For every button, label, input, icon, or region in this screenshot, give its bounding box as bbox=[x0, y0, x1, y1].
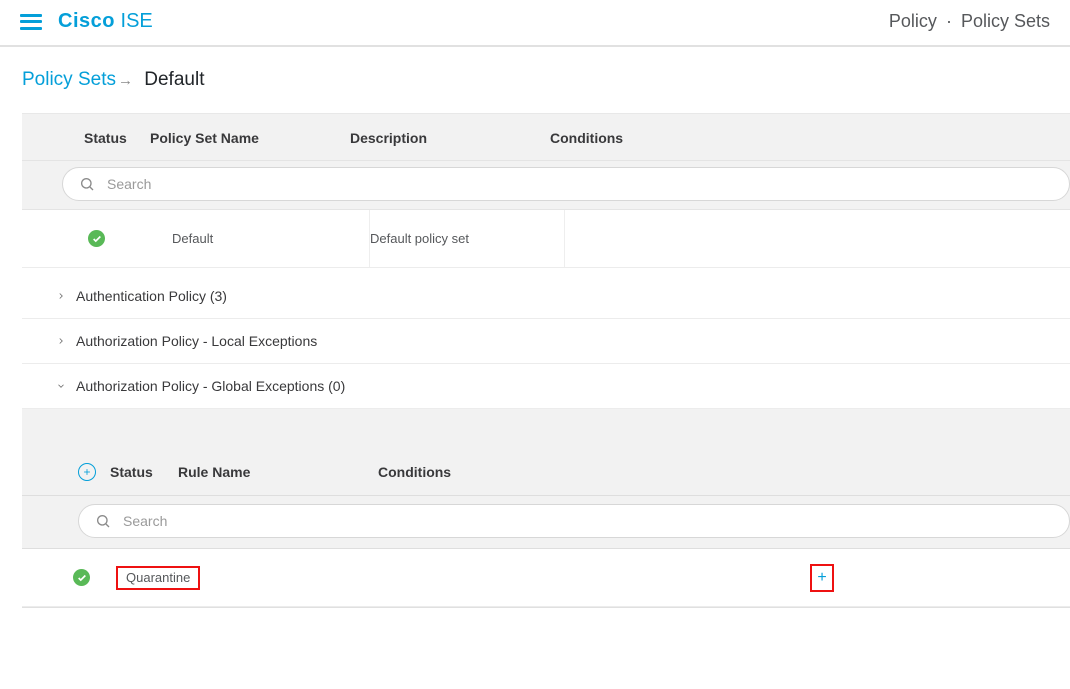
highlight-box: Quarantine bbox=[116, 566, 200, 590]
col-status: Status bbox=[110, 464, 178, 480]
section-authentication-policy[interactable]: Authentication Policy (3) bbox=[22, 274, 1070, 319]
policy-set-header-row: Status Policy Set Name Description Condi… bbox=[22, 114, 1070, 161]
sections: Authentication Policy (3) Authorization … bbox=[22, 268, 1070, 608]
cell-rule-name: Quarantine bbox=[116, 566, 380, 590]
rules-search-wrap bbox=[22, 496, 1070, 549]
section-label: Authentication Policy (3) bbox=[76, 288, 227, 304]
global-exceptions-panel: Status Rule Name Conditions Q bbox=[22, 409, 1070, 608]
add-rule-button[interactable] bbox=[78, 463, 96, 481]
breadcrumb: Policy Sets→ Default bbox=[22, 69, 1070, 113]
chevron-down-icon bbox=[56, 378, 66, 394]
policy-set-search[interactable] bbox=[62, 167, 1070, 201]
chevron-right-icon bbox=[56, 288, 66, 304]
status-enabled-icon bbox=[88, 230, 105, 247]
status-enabled-icon bbox=[73, 569, 90, 586]
crumb-separator-icon: · bbox=[942, 11, 956, 31]
chevron-right-icon: → bbox=[116, 72, 139, 89]
rule-row-quarantine[interactable]: Quarantine + bbox=[22, 549, 1070, 607]
col-rule-name: Rule Name bbox=[178, 464, 378, 480]
rules-header-row: Status Rule Name Conditions bbox=[22, 449, 1070, 496]
policy-set-search-wrap bbox=[22, 161, 1070, 210]
cell-name: Default bbox=[172, 210, 370, 267]
search-icon bbox=[79, 176, 95, 192]
brand: Cisco ISE bbox=[58, 10, 153, 33]
policy-set-table: Status Policy Set Name Description Condi… bbox=[22, 113, 1070, 268]
col-description: Description bbox=[350, 130, 550, 146]
breadcrumb-current: Default bbox=[144, 69, 204, 90]
rules-search-input[interactable] bbox=[121, 512, 1053, 530]
section-authorization-local[interactable]: Authorization Policy - Local Exceptions bbox=[22, 319, 1070, 364]
crumb-policy: Policy bbox=[889, 11, 937, 31]
section-label: Authorization Policy - Local Exceptions bbox=[76, 333, 317, 349]
rule-name-text[interactable]: Quarantine bbox=[126, 570, 190, 585]
policy-set-search-input[interactable] bbox=[105, 175, 1053, 193]
search-icon bbox=[95, 513, 111, 529]
section-authorization-global[interactable]: Authorization Policy - Global Exceptions… bbox=[22, 364, 1070, 409]
policy-set-row-default[interactable]: Default Default policy set bbox=[22, 210, 1070, 268]
breadcrumb-link-policy-sets[interactable]: Policy Sets bbox=[22, 69, 116, 90]
chevron-right-icon bbox=[56, 333, 66, 349]
section-label: Authorization Policy - Global Exceptions… bbox=[76, 378, 345, 394]
page-location: Policy · Policy Sets bbox=[889, 11, 1050, 32]
rules-search[interactable] bbox=[78, 504, 1070, 538]
content: Policy Sets→ Default Status Policy Set N… bbox=[0, 47, 1070, 608]
col-conditions: Conditions bbox=[378, 464, 1070, 480]
menu-icon[interactable] bbox=[20, 14, 42, 30]
add-condition-button[interactable]: + bbox=[815, 569, 829, 587]
col-status: Status bbox=[22, 130, 150, 146]
brand-ise: ISE bbox=[121, 10, 153, 32]
cell-action: + bbox=[810, 564, 1070, 592]
cell-status bbox=[22, 569, 116, 586]
top-bar-left: Cisco ISE bbox=[20, 10, 153, 33]
top-bar: Cisco ISE Policy · Policy Sets bbox=[0, 0, 1070, 47]
col-name: Policy Set Name bbox=[150, 130, 350, 146]
cell-description: Default policy set bbox=[370, 210, 565, 267]
brand-cisco: Cisco bbox=[58, 10, 115, 32]
cell-status bbox=[22, 230, 172, 247]
crumb-policy-sets: Policy Sets bbox=[961, 11, 1050, 31]
highlight-box: + bbox=[810, 564, 834, 592]
col-conditions: Conditions bbox=[550, 130, 1070, 146]
